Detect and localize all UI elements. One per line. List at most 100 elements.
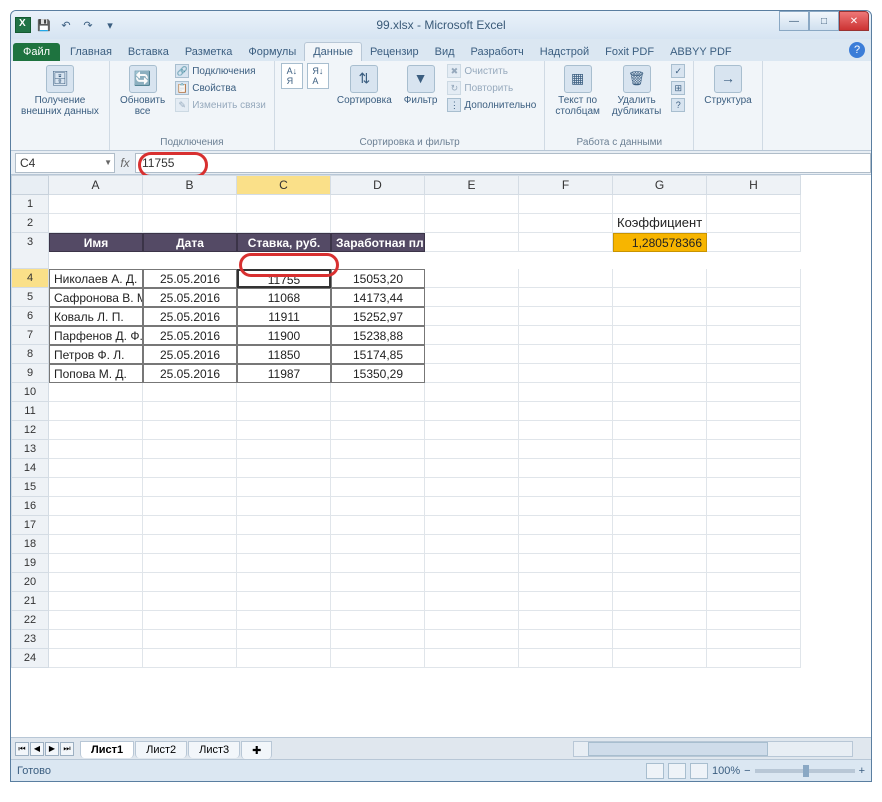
row-header-15[interactable]: 15 — [11, 478, 49, 497]
row-header-21[interactable]: 21 — [11, 592, 49, 611]
cell-H15[interactable] — [707, 478, 801, 497]
cell-F18[interactable] — [519, 535, 613, 554]
cell-H11[interactable] — [707, 402, 801, 421]
cell-A16[interactable] — [49, 497, 143, 516]
cell-B7[interactable]: 25.05.2016 — [143, 326, 237, 345]
cell-A5[interactable]: Сафронова В. М. — [49, 288, 143, 307]
help-icon[interactable]: ? — [849, 42, 865, 58]
reapply-button[interactable]: ↻Повторить — [445, 80, 538, 96]
cell-B2[interactable] — [143, 214, 237, 233]
cell-E9[interactable] — [425, 364, 519, 383]
cell-D3[interactable]: Заработная плата — [331, 233, 425, 252]
cell-B17[interactable] — [143, 516, 237, 535]
cell-C15[interactable] — [237, 478, 331, 497]
cell-G6[interactable] — [613, 307, 707, 326]
cell-B19[interactable] — [143, 554, 237, 573]
row-header-14[interactable]: 14 — [11, 459, 49, 478]
row-header-23[interactable]: 23 — [11, 630, 49, 649]
cell-H19[interactable] — [707, 554, 801, 573]
cell-H9[interactable] — [707, 364, 801, 383]
cell-B15[interactable] — [143, 478, 237, 497]
cell-E1[interactable] — [425, 195, 519, 214]
cell-G9[interactable] — [613, 364, 707, 383]
cell-A10[interactable] — [49, 383, 143, 402]
nav-prev-icon[interactable]: ◀ — [30, 742, 44, 756]
row-header-2[interactable]: 2 — [11, 214, 49, 233]
cell-B4[interactable]: 25.05.2016 — [143, 269, 237, 288]
cell-D22[interactable] — [331, 611, 425, 630]
sheet-tab-1[interactable]: Лист1 — [80, 741, 134, 758]
cell-A22[interactable] — [49, 611, 143, 630]
cell-E7[interactable] — [425, 326, 519, 345]
cell-B22[interactable] — [143, 611, 237, 630]
cell-G2[interactable]: Коэффициент — [613, 214, 707, 233]
cell-C10[interactable] — [237, 383, 331, 402]
consolidate-button[interactable]: ⊞ — [669, 80, 687, 96]
cell-B5[interactable]: 25.05.2016 — [143, 288, 237, 307]
cell-H5[interactable] — [707, 288, 801, 307]
cell-B1[interactable] — [143, 195, 237, 214]
cell-G19[interactable] — [613, 554, 707, 573]
cell-B10[interactable] — [143, 383, 237, 402]
formula-input[interactable]: 11755 — [135, 153, 871, 173]
cell-F15[interactable] — [519, 478, 613, 497]
cell-C5[interactable]: 11068 — [237, 288, 331, 307]
cell-H22[interactable] — [707, 611, 801, 630]
cell-B3[interactable]: Дата — [143, 233, 237, 252]
cell-F23[interactable] — [519, 630, 613, 649]
cell-B6[interactable]: 25.05.2016 — [143, 307, 237, 326]
cell-H4[interactable] — [707, 269, 801, 288]
cell-A4[interactable]: Николаев А. Д. — [49, 269, 143, 288]
cell-B12[interactable] — [143, 421, 237, 440]
cell-C12[interactable] — [237, 421, 331, 440]
undo-button[interactable]: ↶ — [57, 16, 75, 34]
row-header-18[interactable]: 18 — [11, 535, 49, 554]
minimize-button[interactable]: — — [779, 11, 809, 31]
cell-C14[interactable] — [237, 459, 331, 478]
nav-first-icon[interactable]: ⏮ — [15, 742, 29, 756]
view-layout-button[interactable] — [668, 763, 686, 779]
cell-H17[interactable] — [707, 516, 801, 535]
cell-H10[interactable] — [707, 383, 801, 402]
col-A[interactable]: A — [49, 175, 143, 195]
cell-E18[interactable] — [425, 535, 519, 554]
row-header-12[interactable]: 12 — [11, 421, 49, 440]
cell-G22[interactable] — [613, 611, 707, 630]
row-header-4[interactable]: 4 — [11, 269, 49, 288]
filter-button[interactable]: ▼ Фильтр — [400, 63, 442, 108]
tab-developer[interactable]: Разработч — [463, 43, 532, 61]
outline-button[interactable]: → Структура — [700, 63, 755, 108]
cell-G5[interactable] — [613, 288, 707, 307]
tab-home[interactable]: Главная — [62, 43, 120, 61]
cell-A21[interactable] — [49, 592, 143, 611]
col-B[interactable]: B — [143, 175, 237, 195]
cell-H24[interactable] — [707, 649, 801, 668]
zoom-in-button[interactable]: + — [859, 765, 865, 777]
cell-D21[interactable] — [331, 592, 425, 611]
row-header-19[interactable]: 19 — [11, 554, 49, 573]
cell-B8[interactable]: 25.05.2016 — [143, 345, 237, 364]
cell-C11[interactable] — [237, 402, 331, 421]
cell-C20[interactable] — [237, 573, 331, 592]
cell-A11[interactable] — [49, 402, 143, 421]
col-F[interactable]: F — [519, 175, 613, 195]
cell-D4[interactable]: 15053,20 — [331, 269, 425, 288]
cell-A23[interactable] — [49, 630, 143, 649]
tab-layout[interactable]: Разметка — [177, 43, 241, 61]
cell-F7[interactable] — [519, 326, 613, 345]
cell-F13[interactable] — [519, 440, 613, 459]
cell-E3[interactable] — [425, 233, 519, 252]
cell-H16[interactable] — [707, 497, 801, 516]
view-pagebreak-button[interactable] — [690, 763, 708, 779]
cell-D18[interactable] — [331, 535, 425, 554]
cell-D5[interactable]: 14173,44 — [331, 288, 425, 307]
cell-E24[interactable] — [425, 649, 519, 668]
cell-D9[interactable]: 15350,29 — [331, 364, 425, 383]
cell-C4[interactable]: 11755 — [237, 269, 331, 288]
zoom-slider[interactable] — [755, 769, 855, 773]
row-header-9[interactable]: 9 — [11, 364, 49, 383]
clear-filter-button[interactable]: ✖Очистить — [445, 63, 538, 79]
row-header-5[interactable]: 5 — [11, 288, 49, 307]
cell-F8[interactable] — [519, 345, 613, 364]
cell-H18[interactable] — [707, 535, 801, 554]
